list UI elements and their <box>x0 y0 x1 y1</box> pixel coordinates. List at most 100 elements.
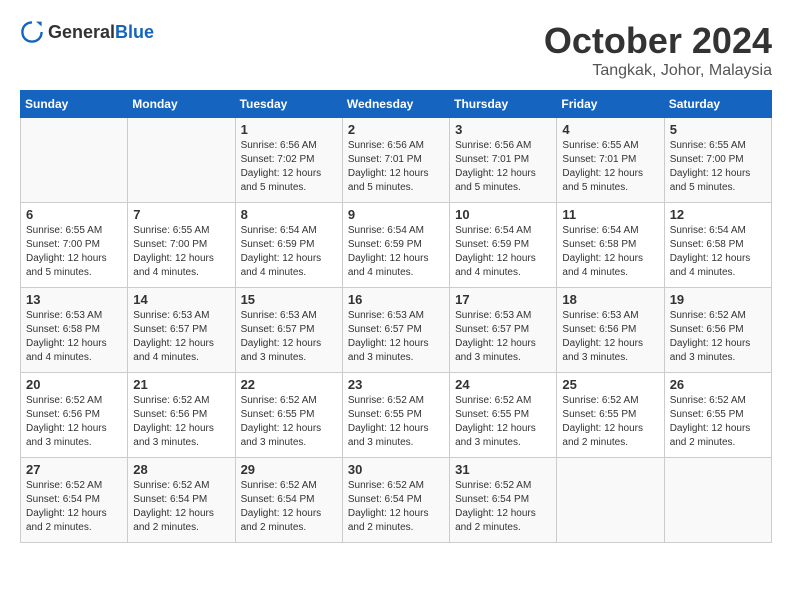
day-number: 20 <box>26 377 122 392</box>
day-number: 5 <box>670 122 766 137</box>
calendar-cell: 6 Sunrise: 6:55 AM Sunset: 7:00 PM Daylig… <box>21 203 128 288</box>
col-sunday: Sunday <box>21 91 128 118</box>
day-info: Sunrise: 6:52 AM Sunset: 6:54 PM Dayligh… <box>133 479 229 535</box>
day-number: 16 <box>348 292 444 307</box>
day-info: Sunrise: 6:52 AM Sunset: 6:54 PM Dayligh… <box>241 479 337 535</box>
week-row-1: 1Sunrise: 6:56 AM Sunset: 7:02 PM Daylig… <box>21 118 772 203</box>
week-row-3: 13 Sunrise: 6:53 AM Sunset: 6:58 PM Dayli… <box>21 288 772 373</box>
calendar-cell: 5 Sunrise: 6:55 AM Sunset: 7:00 PM Daylig… <box>664 118 771 203</box>
logo: GeneralBlue <box>20 20 154 44</box>
calendar-cell: 10 Sunrise: 6:54 AM Sunset: 6:59 PM Dayli… <box>450 203 557 288</box>
day-number: 6 <box>26 207 122 222</box>
calendar-cell: 31 Sunrise: 6:52 AM Sunset: 6:54 PM Dayli… <box>450 458 557 543</box>
calendar-cell: 20 Sunrise: 6:52 AM Sunset: 6:56 PM Dayli… <box>21 373 128 458</box>
calendar-cell: 24 Sunrise: 6:52 AM Sunset: 6:55 PM Dayli… <box>450 373 557 458</box>
day-number: 30 <box>348 462 444 477</box>
day-info: Sunrise: 6:52 AM Sunset: 6:55 PM Dayligh… <box>348 394 444 450</box>
calendar-cell: 18Sunrise: 6:53 AM Sunset: 6:56 PM Dayli… <box>557 288 664 373</box>
calendar-cell: 26 Sunrise: 6:52 AM Sunset: 6:55 PM Dayli… <box>664 373 771 458</box>
calendar-cell: 25 Sunrise: 6:52 AM Sunset: 6:55 PM Dayli… <box>557 373 664 458</box>
day-number: 7 <box>133 207 229 222</box>
calendar-body: 1Sunrise: 6:56 AM Sunset: 7:02 PM Daylig… <box>21 118 772 543</box>
logo-text-general: General <box>48 22 115 42</box>
day-info: Sunrise: 6:52 AM Sunset: 6:55 PM Dayligh… <box>670 394 766 450</box>
calendar-cell: 29 Sunrise: 6:52 AM Sunset: 6:54 PM Dayli… <box>235 458 342 543</box>
day-info: Sunrise: 6:55 AM Sunset: 7:00 PM Dayligh… <box>670 139 766 195</box>
day-number: 17 <box>455 292 551 307</box>
day-info: Sunrise: 6:54 AM Sunset: 6:58 PM Dayligh… <box>562 224 658 280</box>
day-info: Sunrise: 6:52 AM Sunset: 6:55 PM Dayligh… <box>562 394 658 450</box>
calendar-cell: 16 Sunrise: 6:53 AM Sunset: 6:57 PM Dayli… <box>342 288 449 373</box>
day-number: 3 <box>455 122 551 137</box>
day-info: Sunrise: 6:55 AM Sunset: 7:00 PM Dayligh… <box>26 224 122 280</box>
day-number: 31 <box>455 462 551 477</box>
day-number: 29 <box>241 462 337 477</box>
day-info: Sunrise: 6:53 AM Sunset: 6:57 PM Dayligh… <box>455 309 551 365</box>
header: GeneralBlue October 2024 Tangkak, Johor,… <box>20 20 772 80</box>
day-info: Sunrise: 6:53 AM Sunset: 6:57 PM Dayligh… <box>241 309 337 365</box>
location-title: Tangkak, Johor, Malaysia <box>544 62 772 80</box>
col-thursday: Thursday <box>450 91 557 118</box>
calendar-cell: 8 Sunrise: 6:54 AM Sunset: 6:59 PM Daylig… <box>235 203 342 288</box>
day-info: Sunrise: 6:53 AM Sunset: 6:56 PM Dayligh… <box>562 309 658 365</box>
day-number: 15 <box>241 292 337 307</box>
day-info: Sunrise: 6:55 AM Sunset: 7:00 PM Dayligh… <box>133 224 229 280</box>
calendar-cell: 7 Sunrise: 6:55 AM Sunset: 7:00 PM Daylig… <box>128 203 235 288</box>
col-saturday: Saturday <box>664 91 771 118</box>
day-number: 12 <box>670 207 766 222</box>
calendar-cell: 28Sunrise: 6:52 AM Sunset: 6:54 PM Dayli… <box>128 458 235 543</box>
day-info: Sunrise: 6:56 AM Sunset: 7:01 PM Dayligh… <box>348 139 444 195</box>
day-number: 24 <box>455 377 551 392</box>
calendar-cell: 2Sunrise: 6:56 AM Sunset: 7:01 PM Daylig… <box>342 118 449 203</box>
col-friday: Friday <box>557 91 664 118</box>
calendar-cell: 12Sunrise: 6:54 AM Sunset: 6:58 PM Dayli… <box>664 203 771 288</box>
day-info: Sunrise: 6:52 AM Sunset: 6:54 PM Dayligh… <box>26 479 122 535</box>
day-info: Sunrise: 6:56 AM Sunset: 7:01 PM Dayligh… <box>455 139 551 195</box>
calendar-cell <box>21 118 128 203</box>
day-number: 26 <box>670 377 766 392</box>
day-number: 22 <box>241 377 337 392</box>
calendar-cell: 17 Sunrise: 6:53 AM Sunset: 6:57 PM Dayli… <box>450 288 557 373</box>
calendar-cell: 21Sunrise: 6:52 AM Sunset: 6:56 PM Dayli… <box>128 373 235 458</box>
calendar-cell: 13 Sunrise: 6:53 AM Sunset: 6:58 PM Dayli… <box>21 288 128 373</box>
day-number: 13 <box>26 292 122 307</box>
header-row: Sunday Monday Tuesday Wednesday Thursday… <box>21 91 772 118</box>
logo-icon <box>20 20 44 44</box>
day-number: 23 <box>348 377 444 392</box>
calendar-cell: 22 Sunrise: 6:52 AM Sunset: 6:55 PM Dayli… <box>235 373 342 458</box>
day-number: 8 <box>241 207 337 222</box>
week-row-2: 6 Sunrise: 6:55 AM Sunset: 7:00 PM Daylig… <box>21 203 772 288</box>
day-info: Sunrise: 6:54 AM Sunset: 6:59 PM Dayligh… <box>348 224 444 280</box>
day-info: Sunrise: 6:52 AM Sunset: 6:56 PM Dayligh… <box>26 394 122 450</box>
day-info: Sunrise: 6:54 AM Sunset: 6:59 PM Dayligh… <box>241 224 337 280</box>
day-info: Sunrise: 6:53 AM Sunset: 6:57 PM Dayligh… <box>133 309 229 365</box>
day-number: 25 <box>562 377 658 392</box>
calendar-cell: 4Sunrise: 6:55 AM Sunset: 7:01 PM Daylig… <box>557 118 664 203</box>
calendar-cell: 27Sunrise: 6:52 AM Sunset: 6:54 PM Dayli… <box>21 458 128 543</box>
day-number: 4 <box>562 122 658 137</box>
calendar-cell <box>128 118 235 203</box>
calendar-cell: 30Sunrise: 6:52 AM Sunset: 6:54 PM Dayli… <box>342 458 449 543</box>
day-number: 10 <box>455 207 551 222</box>
calendar-cell: 1Sunrise: 6:56 AM Sunset: 7:02 PM Daylig… <box>235 118 342 203</box>
day-info: Sunrise: 6:52 AM Sunset: 6:56 PM Dayligh… <box>670 309 766 365</box>
day-info: Sunrise: 6:52 AM Sunset: 6:54 PM Dayligh… <box>455 479 551 535</box>
logo-text-blue: Blue <box>115 22 154 42</box>
day-number: 1 <box>241 122 337 137</box>
day-number: 21 <box>133 377 229 392</box>
day-info: Sunrise: 6:52 AM Sunset: 6:55 PM Dayligh… <box>241 394 337 450</box>
day-info: Sunrise: 6:52 AM Sunset: 6:55 PM Dayligh… <box>455 394 551 450</box>
title-area: October 2024 Tangkak, Johor, Malaysia <box>544 20 772 80</box>
day-number: 14 <box>133 292 229 307</box>
col-tuesday: Tuesday <box>235 91 342 118</box>
col-wednesday: Wednesday <box>342 91 449 118</box>
calendar-cell: 9Sunrise: 6:54 AM Sunset: 6:59 PM Daylig… <box>342 203 449 288</box>
calendar-cell: 14 Sunrise: 6:53 AM Sunset: 6:57 PM Dayli… <box>128 288 235 373</box>
calendar-cell: 19 Sunrise: 6:52 AM Sunset: 6:56 PM Dayli… <box>664 288 771 373</box>
day-number: 19 <box>670 292 766 307</box>
day-info: Sunrise: 6:53 AM Sunset: 6:57 PM Dayligh… <box>348 309 444 365</box>
month-title: October 2024 <box>544 20 772 62</box>
day-info: Sunrise: 6:54 AM Sunset: 6:59 PM Dayligh… <box>455 224 551 280</box>
day-info: Sunrise: 6:53 AM Sunset: 6:58 PM Dayligh… <box>26 309 122 365</box>
day-number: 11 <box>562 207 658 222</box>
